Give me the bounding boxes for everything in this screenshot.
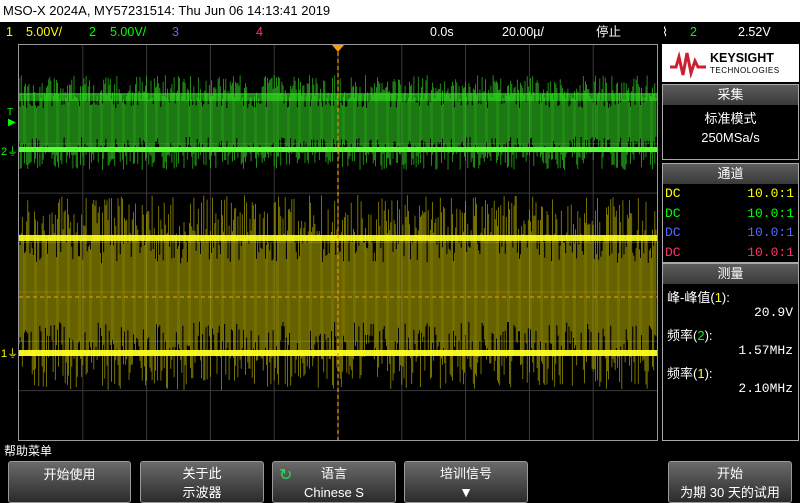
waveform-canvas [19,45,657,440]
ch2-ground-marker[interactable]: 2⏚ [1,143,18,159]
timebase-scale[interactable]: 20.00µ/ [502,22,544,42]
channel-row-3[interactable]: DC 10.0:1 [663,223,798,243]
measurement-item[interactable]: 频率(2): 1.57MHz [663,322,798,360]
rising-edge-icon: ⌇ [662,25,669,39]
ch4-number[interactable]: 4 [256,22,263,42]
channel-coupling: DC [665,244,681,260]
channel-panel[interactable]: 通道 DC 10.0:1 DC 10.0:1 DC 10.0:1 DC 10.0:1 [662,163,799,263]
softkey-label: 开始 [716,466,743,481]
measurement-item[interactable]: 峰-峰值(1): 20.9V [663,284,798,322]
arrow-down-icon: ▼ [459,484,473,500]
channel-probe: 10.0:1 [747,225,794,240]
getting-started-softkey[interactable]: 开始使用 [8,461,131,503]
ground-icon: ⏚ [7,146,19,158]
entry-knob-icon: ↻ [279,467,293,484]
logo-name: KEYSIGHT [710,51,774,65]
ground-icon: ⏚ [7,348,19,360]
trigger-source[interactable]: 2 [690,22,697,42]
channel-probe: 10.0:1 [747,244,794,260]
channel-row-1[interactable]: DC 10.0:1 [663,184,798,204]
measurement-value: 1.57MHz [738,343,793,358]
ch2-number[interactable]: 2 [89,22,96,42]
softkey-label: 示波器 [182,485,222,500]
measurement-value: 2.10MHz [738,381,793,396]
measurement-label: 频率 [667,366,694,381]
training-signals-softkey[interactable]: 培训信号 ▼ [404,461,528,503]
run-state: 停止 [596,25,622,39]
measure-header: 测量 [663,264,798,284]
measure-panel[interactable]: 测量 峰-峰值(1): 20.9V 频率(2): 1.57MHz 频率(1): 2.10M… [662,263,799,441]
side-panel: KEYSIGHT TECHNOLOGIES 采集 标准模式 250MSa/s 通… [661,44,800,441]
ch1-scale[interactable]: 5.00V/ [26,22,62,42]
channel-probe: 10.0:1 [747,186,794,201]
keysight-wave-icon [670,51,706,79]
trigger-arrow-icon: ▶ [8,117,16,128]
channel-header: 通道 [663,164,798,184]
measurement-value: 20.9V [753,305,793,320]
about-scope-softkey[interactable]: 关于此 示波器 [140,461,264,503]
ch1-ground-marker[interactable]: 1⏚ [1,345,18,361]
trigger-level[interactable]: 2.52V [738,22,771,42]
measurement-label: 频率 [667,328,694,343]
logo-sub: TECHNOLOGIES [710,66,780,75]
softkey-label: 开始使用 [43,467,96,482]
acquire-mode: 标准模式 [704,111,757,126]
measurement-label: 峰-峰值 [667,290,711,305]
acquire-panel[interactable]: 采集 标准模式 250MSa/s [662,84,799,160]
channel-coupling: DC [665,225,681,240]
language-softkey[interactable]: ↻ 语言 Chinese S [272,461,396,503]
measurement-item[interactable]: 频率(1): 2.10MHz [663,360,798,398]
measurement-channel: 1 [697,366,705,381]
window-title: MSO-X 2024A, MY57231514: Thu Jun 06 14:1… [3,3,331,18]
ch3-number[interactable]: 3 [172,22,179,42]
waveform-display[interactable] [18,44,658,441]
channel-row-2[interactable]: DC 10.0:1 [663,204,798,224]
trigger-position-marker-icon [332,45,344,52]
channel-probe: 10.0:1 [747,205,794,221]
softkey-label: 为期 30 天的试用 [680,485,780,500]
softkey-label: 培训信号 [439,466,492,481]
sample-rate: 250MSa/s [701,130,760,145]
start-trial-softkey[interactable]: 开始 为期 30 天的试用 [668,461,792,503]
title-bar: MSO-X 2024A, MY57231514: Thu Jun 06 14:1… [0,0,800,22]
ch2-scale[interactable]: 5.00V/ [110,22,146,42]
acquire-header: 采集 [663,85,798,105]
keysight-logo: KEYSIGHT TECHNOLOGIES [662,44,799,82]
channel-row-4[interactable]: DC 10.0:1 [663,243,798,263]
softkey-label: 关于此 [182,466,222,481]
ch1-number[interactable]: 1 [6,22,13,42]
help-menu-label: 帮助菜单 [4,444,53,458]
status-bar: 1 5.00V/ 2 5.00V/ 3 4 0.0s 20.00µ/ 停止 ⌇ … [0,22,800,42]
horizontal-delay[interactable]: 0.0s [430,22,454,42]
measurement-channel: 1 [714,290,722,305]
measurement-channel: 2 [697,328,705,343]
channel-coupling: DC [665,205,681,221]
channel-coupling: DC [665,186,681,201]
softkey-value: Chinese S [304,485,364,500]
